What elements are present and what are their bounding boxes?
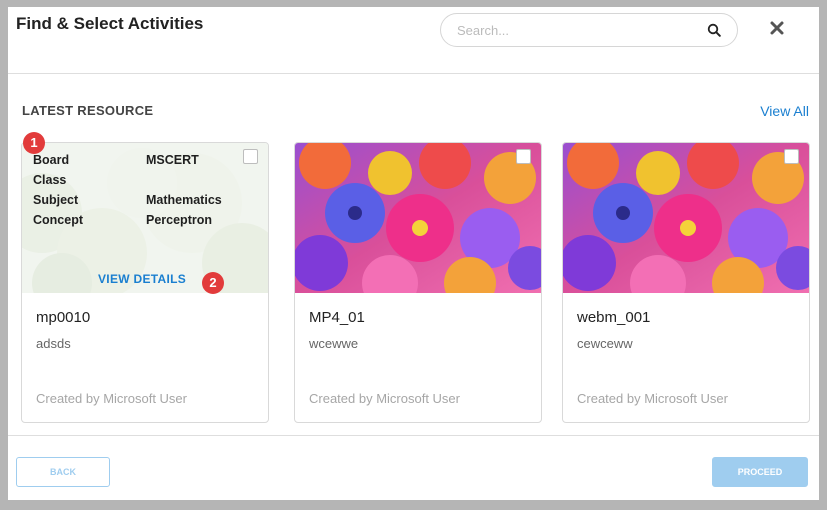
proceed-button[interactable]: PROCEED <box>712 457 808 487</box>
card-thumbnail <box>563 143 809 293</box>
meta-value-concept: Perceptron <box>146 213 212 227</box>
meta-value-subject: Mathematics <box>146 193 222 207</box>
back-button[interactable]: BACK <box>16 457 110 487</box>
meta-label-subject: Subject <box>33 193 79 207</box>
footer-divider <box>8 435 819 436</box>
close-icon[interactable] <box>768 19 786 37</box>
search-icon[interactable] <box>707 23 721 37</box>
card-author: Created by Microsoft User <box>577 391 728 406</box>
meta-label-concept: Concept <box>33 213 83 227</box>
card-description: adsds <box>36 336 71 351</box>
header-divider <box>8 73 819 74</box>
card-title: mp0010 <box>36 309 91 326</box>
view-details-link[interactable]: VIEW DETAILS <box>98 272 186 286</box>
select-checkbox[interactable] <box>516 149 531 164</box>
annotation-badge: 2 <box>202 272 224 294</box>
resource-card[interactable]: webm_001 cewceww Created by Microsoft Us… <box>562 142 810 423</box>
section-title: LATEST RESOURCE <box>22 103 154 118</box>
resource-card[interactable]: Board MSCERT Class Subject Mathematics C… <box>21 142 269 423</box>
card-thumbnail <box>295 143 541 293</box>
annotation-badge: 1 <box>23 132 45 154</box>
meta-label-board: Board <box>33 153 70 167</box>
card-description: cewceww <box>577 336 633 351</box>
select-checkbox[interactable] <box>243 149 258 164</box>
dialog-title: Find & Select Activities <box>16 14 204 33</box>
meta-value-board: MSCERT <box>146 153 199 167</box>
select-checkbox[interactable] <box>784 149 799 164</box>
search-box[interactable] <box>440 13 738 47</box>
card-title: webm_001 <box>577 309 651 326</box>
meta-label-class: Class <box>33 173 67 187</box>
card-description: wcewwe <box>309 336 359 351</box>
find-select-activities-dialog: Find & Select Activities LATEST RESOURCE… <box>8 7 819 500</box>
view-all-link[interactable]: View All <box>760 103 809 119</box>
search-input[interactable] <box>455 22 699 39</box>
resource-card[interactable]: MP4_01 wcewwe Created by Microsoft User <box>294 142 542 423</box>
card-author: Created by Microsoft User <box>36 391 187 406</box>
card-author: Created by Microsoft User <box>309 391 460 406</box>
card-title: MP4_01 <box>309 309 365 326</box>
